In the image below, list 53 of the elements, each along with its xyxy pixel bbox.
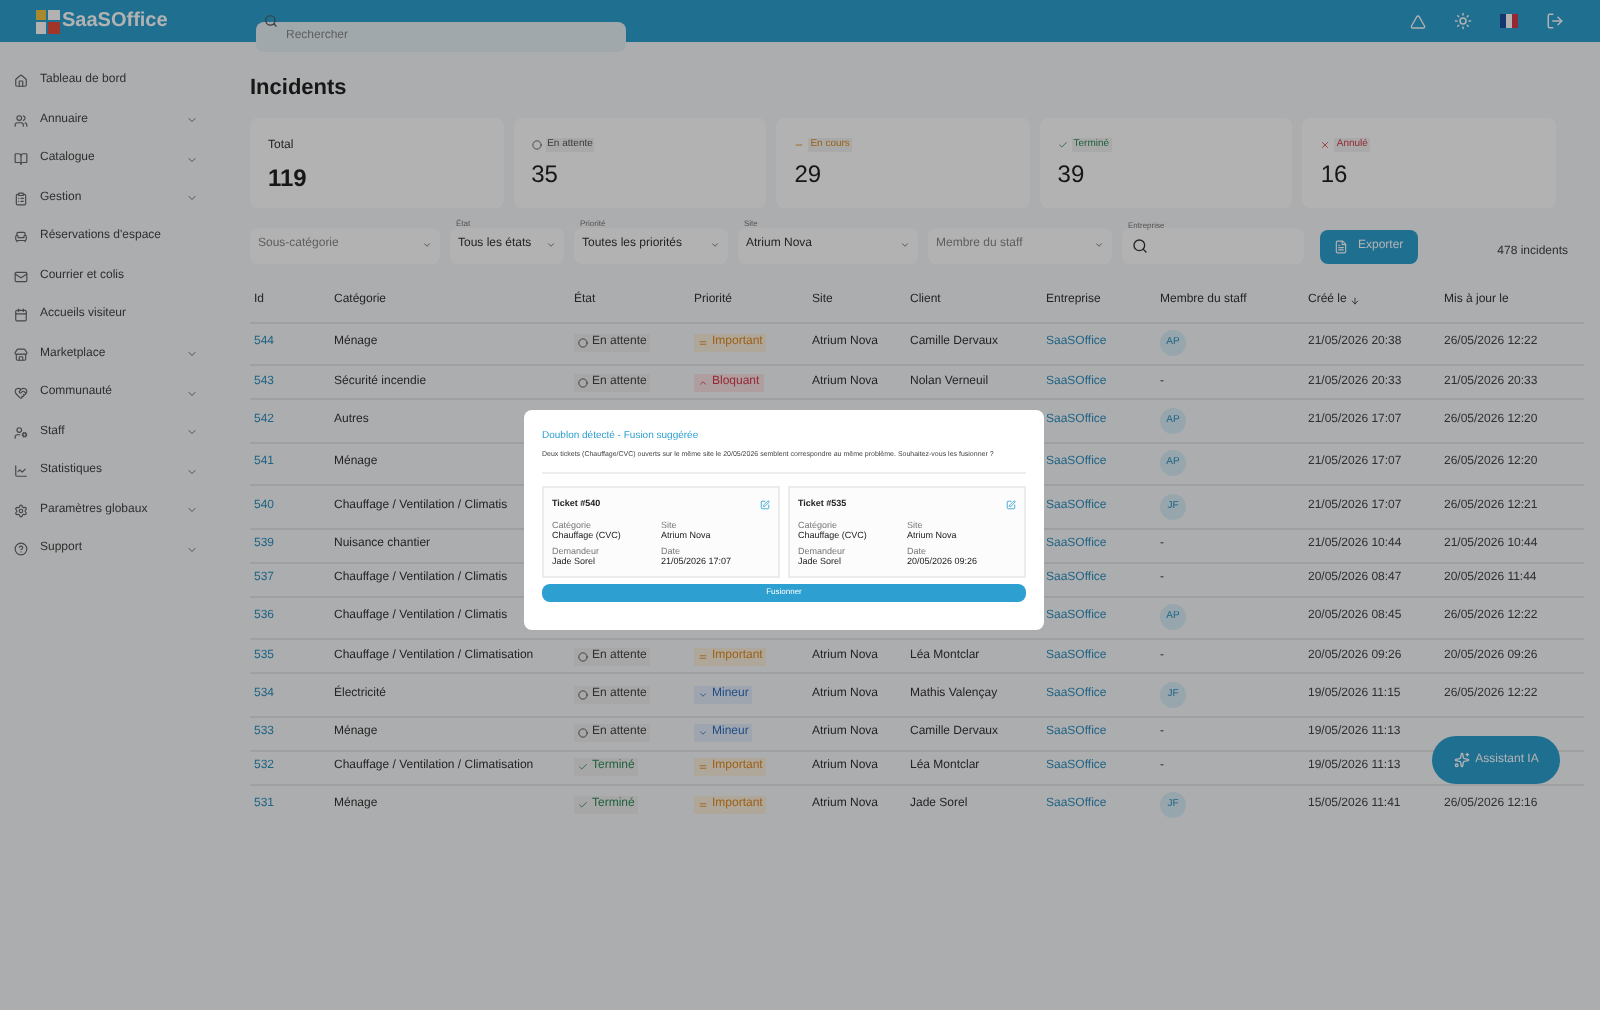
stat-value: 119 — [268, 161, 309, 195]
settings-icon — [14, 503, 28, 517]
search-icon — [1132, 237, 1148, 253]
mail-icon — [14, 269, 28, 283]
caret-icon — [422, 240, 432, 250]
app-logo: SaaSOffice — [62, 8, 168, 36]
circle-icon — [578, 651, 588, 661]
caret-icon — [546, 240, 556, 250]
stat-value: 39 — [1057, 158, 1087, 192]
circle-icon — [578, 728, 588, 738]
handshake-icon — [14, 386, 28, 400]
check-icon — [578, 762, 588, 772]
equal-icon — [698, 338, 708, 349]
chevron-up-icon — [698, 377, 708, 387]
caret-icon — [900, 240, 910, 250]
help-icon — [14, 542, 28, 556]
calendar-icon — [14, 308, 28, 322]
book-icon — [14, 152, 28, 166]
dash-icon — [794, 139, 805, 150]
chevron-down-icon — [698, 689, 708, 700]
clipboard-icon — [14, 191, 28, 205]
caret-icon — [710, 240, 720, 250]
home-icon — [14, 74, 28, 88]
page-title: Incidents — [250, 74, 349, 104]
user-gear-icon — [14, 425, 28, 439]
circle-icon — [531, 139, 542, 150]
check-icon — [578, 800, 588, 811]
equal-icon — [698, 651, 708, 661]
equal-icon — [698, 800, 708, 811]
edit-icon[interactable] — [1006, 499, 1016, 510]
line-chart-icon — [14, 464, 28, 478]
store-icon — [14, 347, 28, 361]
edit-icon[interactable] — [760, 499, 770, 510]
check-icon — [1057, 139, 1068, 150]
caret-icon — [1094, 240, 1104, 250]
flag-icon[interactable] — [1500, 14, 1518, 28]
logo-icon — [36, 9, 60, 33]
circle-icon — [578, 689, 588, 700]
stat-value: 29 — [794, 158, 824, 192]
sun-icon[interactable] — [1454, 12, 1472, 30]
sparkles-icon — [1453, 752, 1470, 768]
users-icon — [14, 113, 28, 127]
circle-icon — [578, 338, 588, 349]
stat-value: 16 — [1320, 158, 1350, 192]
equal-icon — [698, 762, 708, 772]
search-icon — [264, 14, 278, 28]
document-icon — [1334, 239, 1348, 253]
logout-icon[interactable] — [1546, 12, 1564, 30]
stat-value: 35 — [531, 158, 560, 192]
sort-arrow-icon — [1350, 296, 1361, 306]
chevron-down-icon — [698, 728, 708, 738]
circle-icon — [578, 377, 588, 387]
armchair-icon — [14, 230, 28, 244]
